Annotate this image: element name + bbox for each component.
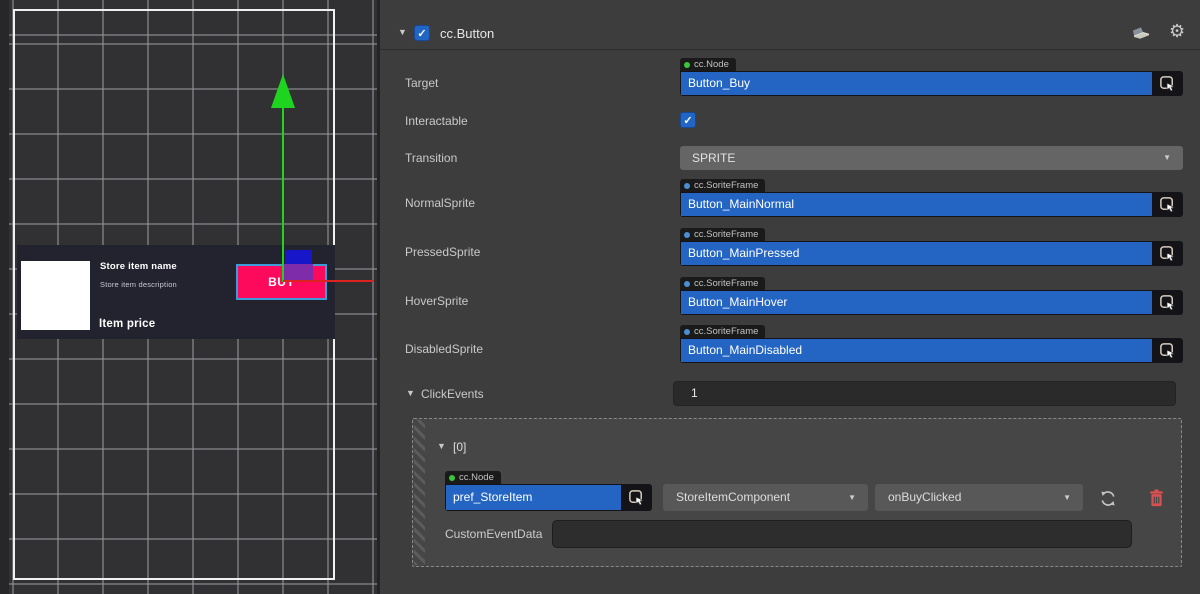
- hover-sprite-picker-button[interactable]: [1152, 291, 1182, 314]
- hover-sprite-label: HoverSprite: [405, 294, 468, 308]
- store-item-image[interactable]: [21, 261, 90, 330]
- event-0-handler-dropdown[interactable]: onBuyClicked ▼: [875, 484, 1083, 511]
- check-icon: ✓: [417, 27, 426, 40]
- component-collapse-icon[interactable]: ▼: [398, 28, 407, 37]
- target-node-value[interactable]: Button_Buy: [681, 72, 1152, 95]
- help-book-icon[interactable]: [1130, 24, 1152, 42]
- event-0-collapse-icon[interactable]: ▼: [437, 442, 446, 451]
- gizmo-y-axis-line[interactable]: [282, 106, 284, 282]
- refresh-icon: [1098, 489, 1118, 508]
- transition-label: Transition: [405, 151, 457, 165]
- node-type-dot-icon: [684, 62, 690, 68]
- pressed-sprite-value[interactable]: Button_MainPressed: [681, 242, 1152, 265]
- pressed-sprite-label: PressedSprite: [405, 245, 480, 259]
- trash-icon: [1148, 488, 1165, 508]
- transition-value: SPRITE: [692, 151, 735, 165]
- disabled-sprite-value[interactable]: Button_MainDisabled: [681, 339, 1152, 362]
- normal-sprite-label: NormalSprite: [405, 196, 475, 210]
- hover-sprite-field[interactable]: Button_MainHover: [680, 290, 1183, 315]
- node-picker-icon: [1159, 342, 1176, 359]
- event-0-node-field[interactable]: pref_StoreItem: [445, 484, 652, 511]
- check-icon: ✓: [683, 114, 692, 127]
- chevron-down-icon: ▼: [848, 494, 856, 502]
- event-0-node-picker-button[interactable]: [621, 485, 651, 510]
- disabled-sprite-picker-button[interactable]: [1152, 339, 1182, 362]
- target-type-tag: cc.Node: [680, 58, 736, 71]
- node-picker-icon: [1159, 245, 1176, 262]
- event-0-index-label: [0]: [453, 440, 466, 454]
- custom-event-data-input[interactable]: [552, 520, 1132, 548]
- editor-window: Store item name Store item description I…: [0, 0, 1200, 594]
- event-0-node-value[interactable]: pref_StoreItem: [446, 485, 621, 510]
- header-divider: [380, 49, 1200, 50]
- pressed-sprite-field[interactable]: Button_MainPressed: [680, 241, 1183, 266]
- node-type-dot-icon: [449, 475, 455, 481]
- interactable-label: Interactable: [405, 114, 468, 128]
- store-item-name-label[interactable]: Store item name: [100, 261, 177, 272]
- node-picker-icon: [1159, 294, 1176, 311]
- chevron-down-icon: ▼: [1063, 494, 1071, 502]
- gizmo-y-axis-arrow-icon[interactable]: [271, 74, 295, 108]
- target-node-field[interactable]: Button_Buy: [680, 71, 1183, 96]
- event-0-refresh-button[interactable]: [1095, 486, 1121, 510]
- inspector-panel: ▼ ✓ cc.Button ⚙ Target cc.Node Button_Bu…: [380, 0, 1200, 594]
- event-0-component-dropdown[interactable]: StoreItemComponent ▼: [663, 484, 868, 511]
- component-title: cc.Button: [440, 26, 494, 41]
- event-0-node-type-tag: cc.Node: [445, 471, 501, 484]
- disabled-sprite-type-tag: cc.SoriteFrame: [680, 325, 765, 338]
- store-item-price-label[interactable]: Item price: [99, 318, 155, 330]
- hover-sprite-type-tag: cc.SoriteFrame: [680, 277, 765, 290]
- gizmo-plane-handle-blue[interactable]: [285, 250, 312, 265]
- normal-sprite-value[interactable]: Button_MainNormal: [681, 193, 1152, 216]
- spriteframe-type-dot-icon: [684, 281, 690, 287]
- interactable-checkbox[interactable]: ✓: [680, 112, 696, 128]
- normal-sprite-field[interactable]: Button_MainNormal: [680, 192, 1183, 217]
- click-events-collapse-icon[interactable]: ▼: [406, 389, 415, 398]
- store-item-description-label[interactable]: Store item description: [100, 280, 177, 289]
- target-picker-button[interactable]: [1152, 72, 1182, 95]
- custom-event-data-label: CustomEventData: [445, 527, 542, 541]
- normal-sprite-picker-button[interactable]: [1152, 193, 1182, 216]
- gizmo-x-axis-line[interactable]: [283, 280, 374, 282]
- node-picker-icon: [628, 489, 645, 506]
- pressed-sprite-picker-button[interactable]: [1152, 242, 1182, 265]
- target-label: Target: [405, 76, 438, 90]
- node-picker-icon: [1159, 75, 1176, 92]
- hover-sprite-value[interactable]: Button_MainHover: [681, 291, 1152, 314]
- gizmo-plane-handle-purple[interactable]: [284, 264, 313, 281]
- pressed-sprite-type-tag: cc.SoriteFrame: [680, 228, 765, 241]
- disabled-sprite-field[interactable]: Button_MainDisabled: [680, 338, 1183, 363]
- spriteframe-type-dot-icon: [684, 183, 690, 189]
- disabled-sprite-label: DisabledSprite: [405, 342, 483, 356]
- node-picker-icon: [1159, 196, 1176, 213]
- scene-view[interactable]: Store item name Store item description I…: [0, 0, 377, 594]
- spriteframe-type-dot-icon: [684, 232, 690, 238]
- chevron-down-icon: ▼: [1163, 154, 1171, 162]
- drag-hatch-strip[interactable]: [414, 420, 425, 565]
- settings-gear-icon[interactable]: ⚙: [1169, 22, 1185, 40]
- transition-dropdown[interactable]: SPRITE ▼: [680, 146, 1183, 170]
- click-events-label: ClickEvents: [421, 387, 484, 401]
- click-events-count-input[interactable]: 1: [673, 381, 1176, 406]
- spriteframe-type-dot-icon: [684, 329, 690, 335]
- scene-edge-strip: [0, 0, 9, 594]
- event-0-delete-button[interactable]: [1145, 486, 1167, 510]
- component-enabled-checkbox[interactable]: ✓: [414, 25, 430, 41]
- normal-sprite-type-tag: cc.SoriteFrame: [680, 179, 765, 192]
